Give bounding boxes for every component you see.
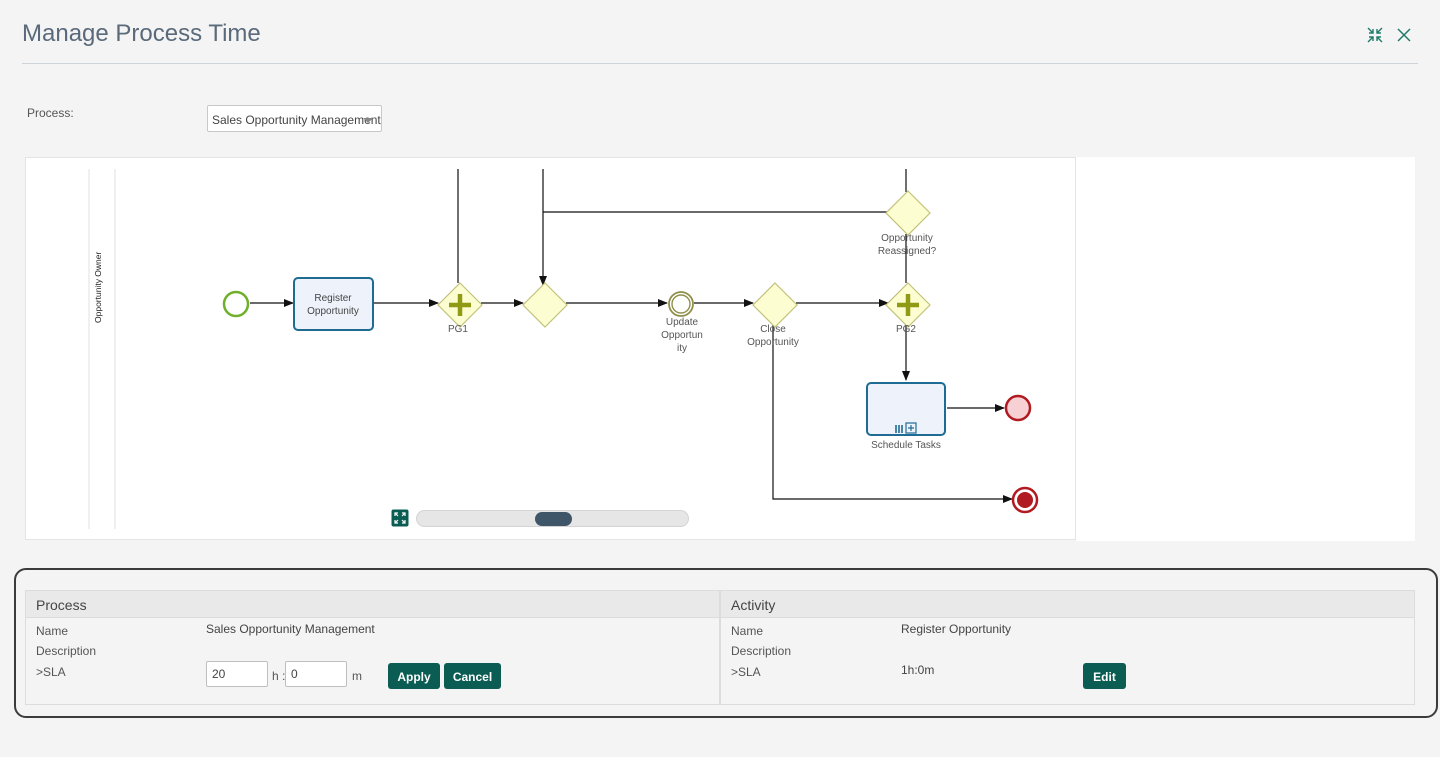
cancel-button[interactable]: Cancel: [444, 663, 501, 689]
diagram-side-area: [1076, 157, 1415, 541]
pg1-label: PG1: [448, 324, 468, 335]
chevron-down-icon: [363, 118, 373, 123]
sla-minutes-value: 0: [291, 667, 298, 681]
process-sla-label: >SLA: [36, 665, 66, 679]
hours-unit-label: h :: [272, 669, 286, 683]
activity-panel-header: Activity: [721, 591, 1414, 618]
svg-text:Opportunity: Opportunity: [747, 337, 799, 348]
scrollbar-thumb[interactable]: [535, 512, 572, 526]
process-panel: Process: [25, 590, 720, 705]
register-opportunity-task: [293, 277, 374, 331]
svg-text:Update: Update: [666, 317, 699, 328]
register-opportunity-label-line1: Register: [314, 293, 352, 304]
activity-name-label: Name: [731, 624, 764, 638]
title-divider: [22, 63, 1418, 64]
activity-name-value: Register Opportunity: [901, 622, 1012, 636]
diagram-scrollbar[interactable]: [416, 510, 689, 527]
svg-text:Close: Close: [760, 324, 786, 335]
minutes-unit-label: m: [352, 669, 362, 683]
sla-hours-value: 20: [212, 667, 226, 681]
fit-to-screen-icon[interactable]: [391, 509, 409, 527]
sla-hours-input[interactable]: 20: [206, 661, 268, 687]
process-label: Process:: [27, 106, 74, 120]
sla-minutes-input[interactable]: 0: [285, 661, 347, 687]
opportunity-reassigned-gateway: [885, 190, 931, 236]
start-event-icon: [222, 290, 250, 318]
svg-text:Opportun: Opportun: [661, 330, 703, 341]
dialog-title: Manage Process Time: [22, 20, 261, 47]
edit-button[interactable]: Edit: [1083, 663, 1126, 689]
collapse-arrows-icon[interactable]: [1366, 26, 1384, 44]
apply-button[interactable]: Apply: [388, 663, 440, 689]
process-description-label: Description: [36, 644, 97, 658]
process-select[interactable]: Sales Opportunity Management: [207, 105, 382, 132]
process-panel-header: Process: [26, 591, 719, 618]
close-opportunity-gateway: [752, 282, 798, 328]
pg2-label: PG2: [896, 324, 916, 335]
close-icon[interactable]: [1395, 26, 1413, 44]
schedule-tasks-label: Schedule Tasks: [871, 440, 941, 451]
process-name-value: Sales Opportunity Management: [206, 622, 375, 636]
activity-panel: Activity: [720, 590, 1415, 705]
register-opportunity-label-line2: Opportunity: [307, 306, 359, 317]
lane-label: Opportunity Owner: [93, 251, 103, 323]
activity-description-label: Description: [731, 644, 792, 658]
end-event-icon: [1004, 394, 1032, 422]
activity-sla-label: >SLA: [731, 665, 761, 679]
svg-text:ity: ity: [677, 343, 687, 354]
merge-gateway: [522, 282, 568, 328]
process-select-value: Sales Opportunity Management: [212, 113, 381, 127]
activity-sla-value: 1h:0m: [901, 663, 935, 677]
svg-text:Opportunity: Opportunity: [881, 233, 933, 244]
process-name-label: Name: [36, 624, 69, 638]
process-diagram: Opportunity Owner Register Opportunity P…: [88, 169, 1039, 529]
svg-text:Reassigned?: Reassigned?: [878, 246, 937, 257]
